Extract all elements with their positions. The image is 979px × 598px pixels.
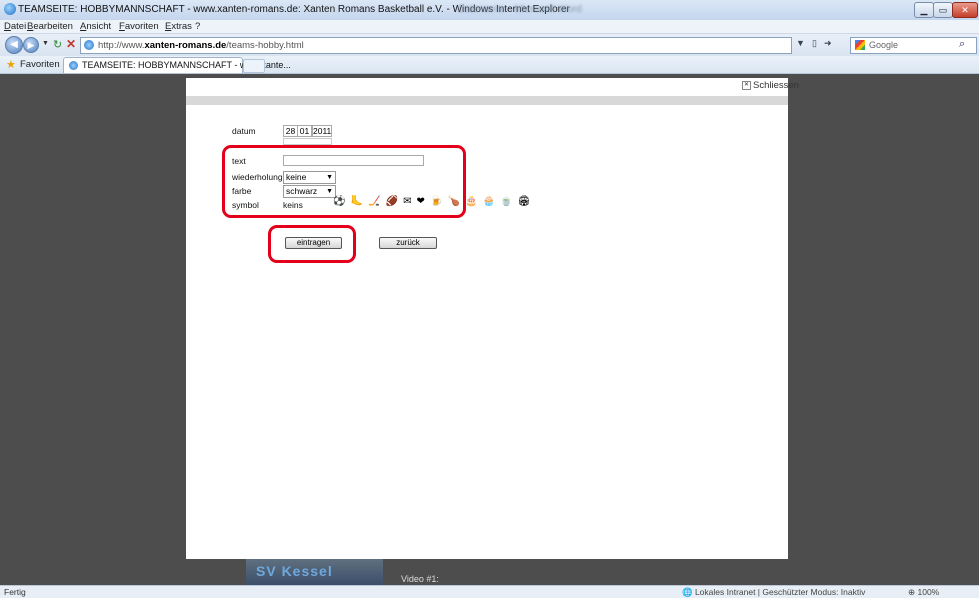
history-dropdown-icon[interactable]: ▼ — [42, 40, 49, 47]
search-icon[interactable]: ⌕ — [959, 38, 965, 51]
close-icon: ✕ — [742, 80, 751, 90]
tab-page-icon — [69, 61, 78, 70]
title-bar: TEAMSEITE: HOBBYMANNSCHAFT - www.xanten-… — [0, 0, 979, 21]
datum-label: datum — [232, 126, 256, 136]
search-engine-label: Google — [869, 40, 899, 50]
page-icon — [84, 40, 94, 50]
google-icon — [855, 40, 865, 50]
status-bar: Fertig 🌐 Lokales Intranet | Geschützter … — [0, 585, 979, 598]
favorites-tab-bar: ★ Favoriten TEAMSEITE: HOBBYMANNSCHAFT -… — [0, 56, 979, 74]
status-text: Fertig — [4, 587, 26, 597]
forward-button[interactable]: ▶ — [23, 37, 39, 53]
menu-ansicht[interactable]: Ansicht — [80, 21, 111, 32]
favorites-button[interactable]: Favoriten — [20, 59, 60, 70]
menu-bar: Datei Bearbeiten Ansicht Favoriten Extra… — [0, 20, 979, 34]
close-window-button[interactable]: ✕ — [952, 2, 978, 18]
address-tools: ▼ ▯ ➜ — [796, 37, 846, 52]
address-dropdown-icon[interactable]: ▼ — [796, 38, 805, 48]
modal-header-bar — [186, 96, 788, 105]
hidden-time-field[interactable] — [283, 138, 332, 145]
menu-bearbeiten[interactable]: Bearbeiten — [27, 21, 73, 32]
menu-datei[interactable]: Datei — [4, 21, 26, 32]
globe-icon: 🌐 — [682, 587, 695, 597]
back-button[interactable]: ◀ — [5, 36, 23, 54]
background-video-label: Video #1: — [401, 574, 439, 584]
highlight-submit-button — [268, 225, 356, 263]
background-logo: SV Kessel — [256, 563, 333, 579]
stadium-icon[interactable]: 🏟 — [518, 196, 531, 207]
cup-icon[interactable]: 🍵 — [500, 196, 512, 207]
highlight-form-fields — [222, 145, 466, 218]
security-zone[interactable]: 🌐 Lokales Intranet | Geschützter Modus: … — [682, 587, 865, 598]
modal-close-button[interactable]: ✕ Schliessen — [742, 80, 799, 91]
cake-icon[interactable]: 🎂 — [465, 196, 477, 207]
menu-favoriten[interactable]: Favoriten — [119, 21, 159, 32]
stop-icon[interactable]: ✕ — [66, 37, 76, 51]
refresh-icon[interactable]: ↻ — [53, 38, 62, 51]
new-tab-button[interactable] — [243, 59, 265, 73]
cupcake-icon[interactable]: 🧁 — [483, 196, 495, 207]
search-box[interactable]: Google ⌕ — [850, 37, 977, 54]
blurred-window-text: Datenseite - Microsoft Word — [458, 4, 582, 15]
maximize-button[interactable]: ▭ — [933, 2, 953, 18]
address-bar[interactable]: http://www.xanten-romans.de/teams-hobby.… — [80, 37, 792, 54]
ie-logo-icon — [4, 3, 16, 15]
favorites-star-icon[interactable]: ★ — [6, 58, 16, 71]
address-toolbar: ◀ ▶ ▼ ↻ ✕ http://www.xanten-romans.de/te… — [0, 34, 979, 57]
compatibility-icon[interactable]: ▯ — [812, 38, 817, 49]
url-text: http://www.xanten-romans.de/teams-hobby.… — [98, 40, 304, 51]
zurueck-button[interactable]: zurück — [379, 237, 437, 249]
menu-help[interactable]: ? — [195, 21, 200, 32]
year-field[interactable]: 2011 — [312, 125, 332, 137]
browser-tab[interactable]: TEAMSEITE: HOBBYMANNSCHAFT - www.xante..… — [63, 57, 291, 73]
minimize-button[interactable]: ▁ — [914, 2, 934, 18]
zoom-level[interactable]: ⊕ 100% — [908, 587, 939, 598]
month-field[interactable]: 01 — [297, 125, 312, 137]
go-icon[interactable]: ➜ — [824, 38, 832, 49]
menu-extras[interactable]: Extras — [165, 21, 192, 32]
day-field[interactable]: 28 — [283, 125, 298, 137]
